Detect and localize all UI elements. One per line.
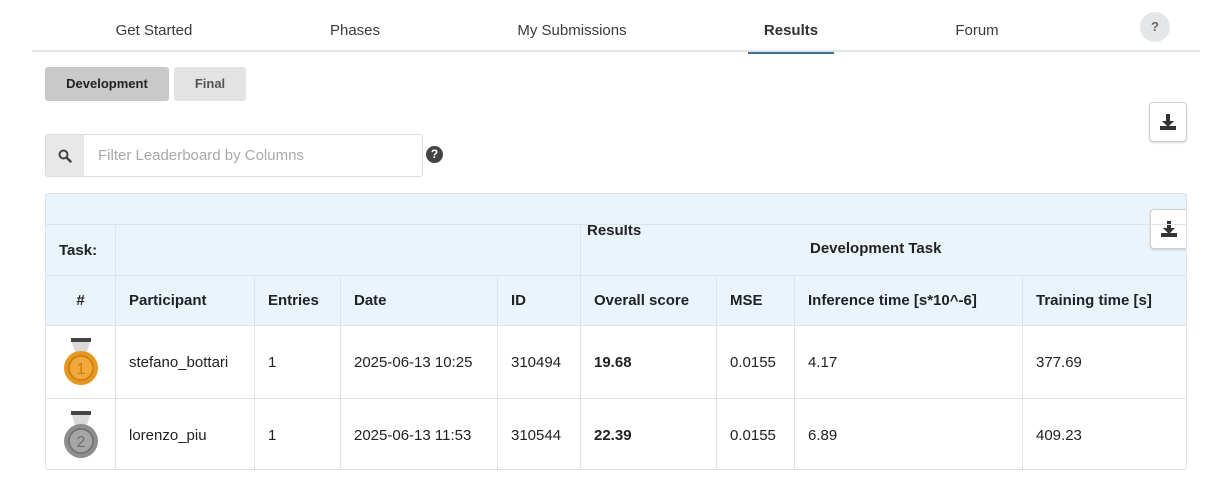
silver-medal-icon: 2	[46, 399, 115, 469]
download-csv-button[interactable]	[1149, 102, 1187, 142]
development-task-header: Development Task	[810, 240, 942, 257]
table-row: 2 lorenzo_piu 1 2025-06-13 11:53 310544 …	[46, 398, 1186, 469]
overall-score-cell: 19.68	[580, 326, 716, 398]
training-time-cell: 377.69	[1022, 326, 1186, 398]
col-participant[interactable]: Participant	[115, 276, 254, 325]
help-button[interactable]: ?	[1140, 12, 1170, 42]
question-circle-icon[interactable]: ?	[426, 146, 443, 163]
col-mse[interactable]: MSE	[716, 276, 794, 325]
column-header-row: # Participant Entries Date ID Overall sc…	[46, 275, 1186, 325]
search-icon	[58, 149, 72, 163]
tab-get-started[interactable]: Get Started	[80, 0, 228, 52]
date-cell: 2025-06-13 10:25	[340, 326, 497, 398]
download-icon	[1160, 114, 1176, 130]
gold-medal-icon: 1	[46, 326, 115, 398]
search-addon	[46, 135, 84, 176]
task-empty-cell	[115, 225, 580, 275]
col-overall-score[interactable]: Overall score	[580, 276, 716, 325]
tab-my-submissions[interactable]: My Submissions	[502, 0, 642, 52]
overall-score-cell: 22.39	[580, 399, 716, 469]
mse-cell: 0.0155	[716, 326, 794, 398]
col-entries[interactable]: Entries	[254, 276, 340, 325]
inference-time-cell: 6.89	[794, 399, 1022, 469]
mse-cell: 0.0155	[716, 399, 794, 469]
col-date[interactable]: Date	[340, 276, 497, 325]
participant-link[interactable]: lorenzo_piu	[115, 399, 254, 469]
top-navigation: Get Started Phases My Submissions Result…	[32, 0, 1200, 54]
training-time-cell: 409.23	[1022, 399, 1186, 469]
leaderboard-table: Results Task: Development Task # Partici…	[45, 193, 1187, 470]
task-header-row: Task:	[46, 224, 1186, 275]
table-row: 1 stefano_bottari 1 2025-06-13 10:25 310…	[46, 325, 1186, 398]
id-cell: 310494	[497, 326, 580, 398]
date-cell: 2025-06-13 11:53	[340, 399, 497, 469]
entries-cell: 1	[254, 399, 340, 469]
entries-cell: 1	[254, 326, 340, 398]
inference-time-cell: 4.17	[794, 326, 1022, 398]
col-rank[interactable]: #	[46, 276, 115, 325]
id-cell: 310544	[497, 399, 580, 469]
phase-development-button[interactable]: Development	[45, 67, 169, 101]
task-label: Task:	[59, 241, 98, 259]
leaderboard-filter	[45, 134, 423, 177]
filter-input[interactable]	[84, 135, 422, 176]
col-id[interactable]: ID	[497, 276, 580, 325]
col-training-time[interactable]: Training time [s]	[1022, 276, 1186, 325]
tab-results[interactable]: Results	[748, 0, 834, 54]
phase-final-button[interactable]: Final	[174, 67, 246, 101]
tab-phases[interactable]: Phases	[308, 0, 402, 52]
col-inference-time[interactable]: Inference time [s*10^-6]	[794, 276, 1022, 325]
svg-text:1: 1	[76, 361, 85, 378]
svg-text:2: 2	[76, 434, 85, 451]
participant-link[interactable]: stefano_bottari	[115, 326, 254, 398]
tab-forum[interactable]: Forum	[932, 0, 1022, 52]
